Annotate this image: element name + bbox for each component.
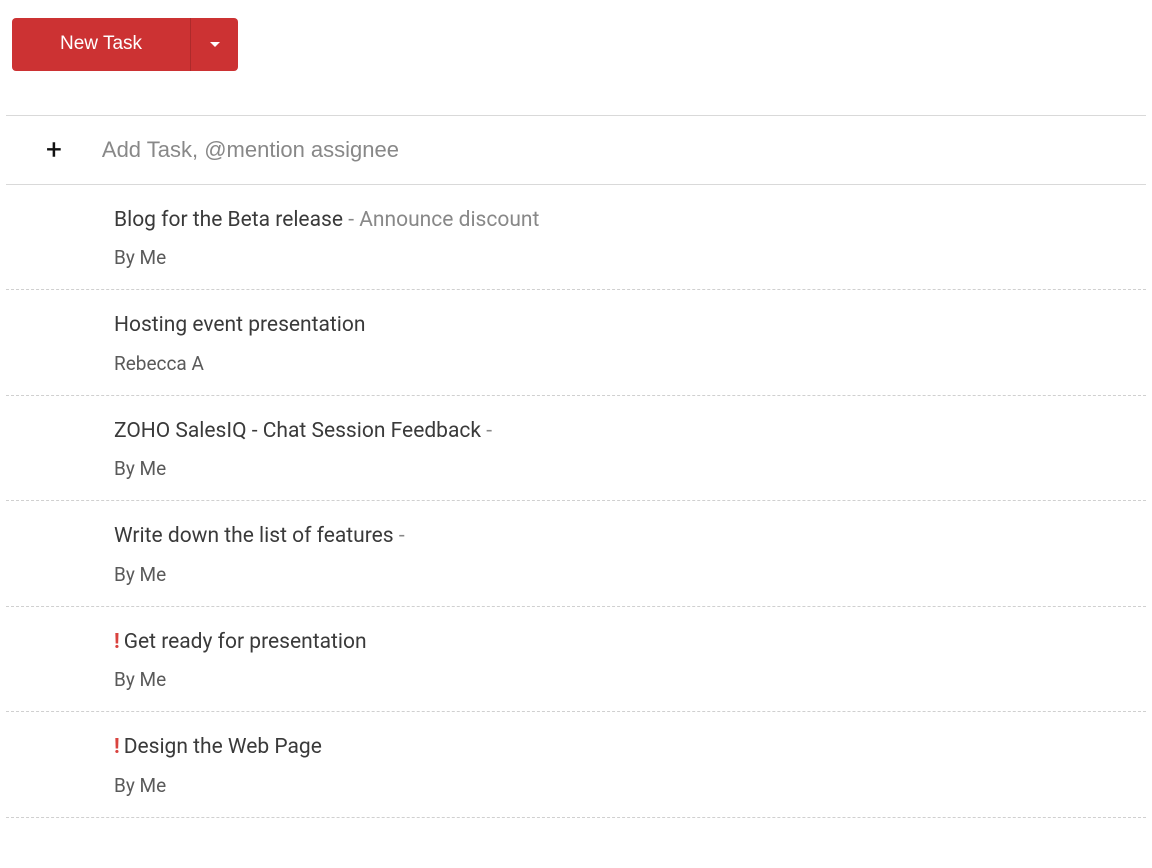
plus-icon: + — [46, 136, 62, 164]
task-assignee: Rebecca A — [114, 352, 1146, 375]
add-task-row[interactable]: + — [6, 115, 1146, 185]
task-separator: - — [481, 419, 492, 443]
task-title: Blog for the Beta release — [114, 208, 343, 232]
task-list: Blog for the Beta release - Announce dis… — [6, 185, 1146, 818]
task-subtitle: Announce discount — [359, 208, 539, 232]
task-item[interactable]: ZOHO SalesIQ - Chat Session Feedback - By… — [6, 396, 1146, 502]
task-item[interactable]: Blog for the Beta release - Announce dis… — [6, 185, 1146, 291]
task-title: Write down the list of features — [114, 524, 394, 548]
caret-down-icon — [210, 42, 220, 47]
task-item[interactable]: !Design the Web Page By Me — [6, 712, 1146, 818]
task-separator: - — [343, 208, 359, 232]
task-title-row: Hosting event presentation — [114, 310, 1146, 342]
task-title-row: Write down the list of features - — [114, 521, 1146, 553]
task-assignee: By Me — [114, 246, 1146, 269]
task-title: Design the Web Page — [124, 735, 322, 759]
task-assignee: By Me — [114, 774, 1146, 797]
task-assignee: By Me — [114, 668, 1146, 691]
new-task-button[interactable]: New Task — [12, 18, 190, 71]
task-item[interactable]: Write down the list of features - By Me — [6, 501, 1146, 607]
priority-icon: ! — [114, 735, 120, 759]
task-item[interactable]: !Get ready for presentation By Me — [6, 607, 1146, 713]
task-assignee: By Me — [114, 457, 1146, 480]
add-task-input[interactable] — [102, 137, 1146, 163]
task-assignee: By Me — [114, 563, 1146, 586]
task-title: Get ready for presentation — [124, 630, 367, 654]
task-title-row: !Design the Web Page — [114, 732, 1146, 764]
task-item[interactable]: Hosting event presentation Rebecca A — [6, 290, 1146, 396]
new-task-dropdown[interactable] — [190, 18, 238, 71]
task-title-row: ZOHO SalesIQ - Chat Session Feedback - — [114, 416, 1146, 448]
task-title: Hosting event presentation — [114, 313, 366, 337]
task-title-row: !Get ready for presentation — [114, 627, 1146, 659]
task-title-row: Blog for the Beta release - Announce dis… — [114, 205, 1146, 237]
priority-icon: ! — [114, 630, 120, 654]
task-title: ZOHO SalesIQ - Chat Session Feedback — [114, 419, 481, 443]
task-separator: - — [394, 524, 405, 548]
